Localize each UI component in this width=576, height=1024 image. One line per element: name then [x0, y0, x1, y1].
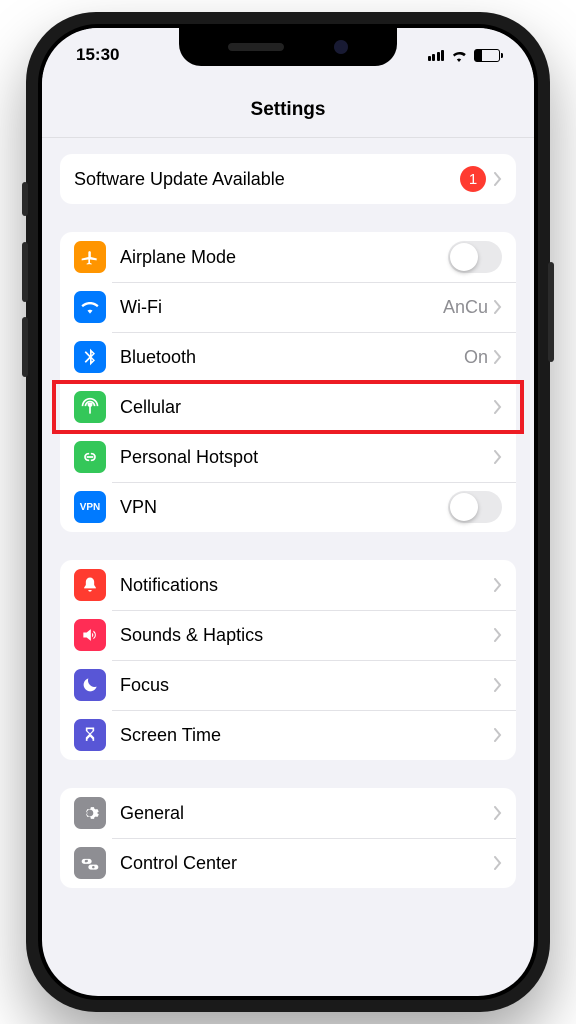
- row-label: General: [120, 803, 494, 824]
- row-wifi[interactable]: Wi-Fi AnCu: [60, 282, 516, 332]
- row-screentime[interactable]: Screen Time: [60, 710, 516, 760]
- row-airplane[interactable]: Airplane Mode: [60, 232, 516, 282]
- settings-group-update: Software Update Available 1: [60, 154, 516, 204]
- row-label: VPN: [120, 497, 448, 518]
- settings-group-connectivity: Airplane Mode Wi-Fi AnCu Bluetooth On: [60, 232, 516, 532]
- row-focus[interactable]: Focus: [60, 660, 516, 710]
- chevron-right-icon: [494, 806, 502, 820]
- volume-down-button: [22, 317, 28, 377]
- power-button: [548, 262, 554, 362]
- row-label: Sounds & Haptics: [120, 625, 494, 646]
- row-value: AnCu: [443, 297, 488, 318]
- row-label: Wi-Fi: [120, 297, 443, 318]
- chevron-right-icon: [494, 728, 502, 742]
- moon-icon: [74, 669, 106, 701]
- vpn-toggle[interactable]: [448, 491, 502, 523]
- switches-icon: [74, 847, 106, 879]
- row-sounds[interactable]: Sounds & Haptics: [60, 610, 516, 660]
- navigation-bar: Settings: [42, 82, 534, 138]
- row-label: Airplane Mode: [120, 247, 448, 268]
- row-value: On: [464, 347, 488, 368]
- phone-frame: 15:30 Settings Software Update Available: [26, 12, 550, 1012]
- volume-up-button: [22, 242, 28, 302]
- antenna-icon: [74, 391, 106, 423]
- bell-icon: [74, 569, 106, 601]
- settings-scroll[interactable]: Software Update Available 1 Airplane Mod…: [42, 138, 534, 996]
- chevron-right-icon: [494, 578, 502, 592]
- status-time: 15:30: [76, 45, 119, 65]
- settings-group-notifications: Notifications Sounds & Haptics Focus: [60, 560, 516, 760]
- link-icon: [74, 441, 106, 473]
- row-label: Focus: [120, 675, 494, 696]
- row-general[interactable]: General: [60, 788, 516, 838]
- row-label: Control Center: [120, 853, 494, 874]
- row-cellular[interactable]: Cellular: [60, 382, 516, 432]
- chevron-right-icon: [494, 856, 502, 870]
- row-software-update[interactable]: Software Update Available 1: [60, 154, 516, 204]
- row-label: Screen Time: [120, 725, 494, 746]
- device-notch: [179, 28, 397, 66]
- row-label: Software Update Available: [74, 169, 460, 190]
- chevron-right-icon: [494, 172, 502, 186]
- row-bluetooth[interactable]: Bluetooth On: [60, 332, 516, 382]
- row-label: Bluetooth: [120, 347, 464, 368]
- chevron-right-icon: [494, 300, 502, 314]
- wifi-icon: [74, 291, 106, 323]
- airplane-toggle[interactable]: [448, 241, 502, 273]
- vpn-icon: VPN: [74, 491, 106, 523]
- wifi-icon: [450, 49, 468, 62]
- row-notifications[interactable]: Notifications: [60, 560, 516, 610]
- battery-icon: [474, 49, 500, 62]
- hourglass-icon: [74, 719, 106, 751]
- update-badge: 1: [460, 166, 486, 192]
- cellular-signal-icon: [428, 50, 445, 61]
- page-title: Settings: [251, 99, 326, 121]
- chevron-right-icon: [494, 350, 502, 364]
- bluetooth-icon: [74, 341, 106, 373]
- gear-icon: [74, 797, 106, 829]
- airplane-icon: [74, 241, 106, 273]
- mute-switch: [22, 182, 28, 216]
- row-vpn[interactable]: VPN VPN: [60, 482, 516, 532]
- chevron-right-icon: [494, 450, 502, 464]
- row-label: Cellular: [120, 397, 494, 418]
- chevron-right-icon: [494, 678, 502, 692]
- row-controlcenter[interactable]: Control Center: [60, 838, 516, 888]
- row-label: Notifications: [120, 575, 494, 596]
- row-hotspot[interactable]: Personal Hotspot: [60, 432, 516, 482]
- chevron-right-icon: [494, 628, 502, 642]
- row-label: Personal Hotspot: [120, 447, 494, 468]
- chevron-right-icon: [494, 400, 502, 414]
- speaker-icon: [74, 619, 106, 651]
- settings-group-system: General Control Center: [60, 788, 516, 888]
